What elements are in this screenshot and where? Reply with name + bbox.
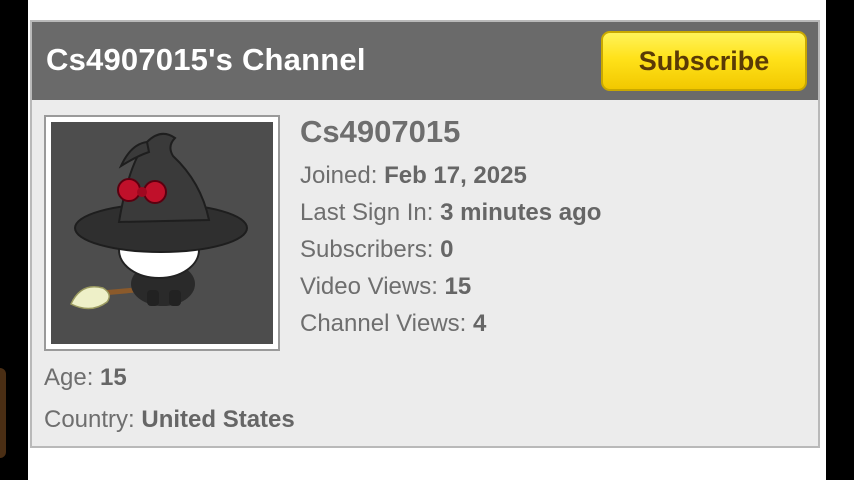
stat-subscribers: Subscribers: 0 (300, 236, 453, 264)
age-label: Age: (44, 364, 101, 391)
stat-label: Last Sign In: (300, 199, 441, 226)
stat-label: Subscribers: (300, 236, 441, 263)
stat-label: Video Views: (300, 273, 445, 300)
stat-value: Feb 17, 2025 (384, 162, 527, 189)
stat-last-sign-in: Last Sign In: 3 minutes ago (300, 199, 601, 227)
stat-value: 15 (444, 273, 472, 300)
country-label: Country: (44, 406, 142, 433)
video-frame: Cs4907015's Channel Subscribe Cs4907015 … (0, 0, 854, 480)
channel-header: Cs4907015's Channel Subscribe (32, 22, 818, 100)
stat-label: Joined: (300, 162, 385, 189)
edge-shape (0, 368, 6, 458)
country-value: United States (141, 406, 295, 433)
profile-age: Age: 15 (44, 364, 127, 392)
channel-username: Cs4907015 (300, 114, 461, 149)
stat-value: 4 (473, 310, 487, 337)
witch-cat-avatar-icon (70, 132, 248, 310)
left-edge-decoration (0, 340, 28, 480)
profile-country: Country: United States (44, 406, 295, 434)
stat-label: Channel Views: (300, 310, 473, 337)
stat-video-views: Video Views: 15 (300, 273, 471, 301)
avatar-frame[interactable] (44, 115, 280, 351)
stat-channel-views: Channel Views: 4 (300, 310, 486, 338)
avatar (51, 122, 273, 344)
channel-card: Cs4907015's Channel Subscribe Cs4907015 … (30, 20, 820, 448)
stat-value: 0 (440, 236, 454, 263)
stat-value: 3 minutes ago (440, 199, 602, 226)
channel-title: Cs4907015's Channel (46, 42, 366, 77)
stat-joined: Joined: Feb 17, 2025 (300, 162, 527, 190)
age-value: 15 (100, 364, 127, 391)
subscribe-button[interactable]: Subscribe (601, 31, 807, 91)
